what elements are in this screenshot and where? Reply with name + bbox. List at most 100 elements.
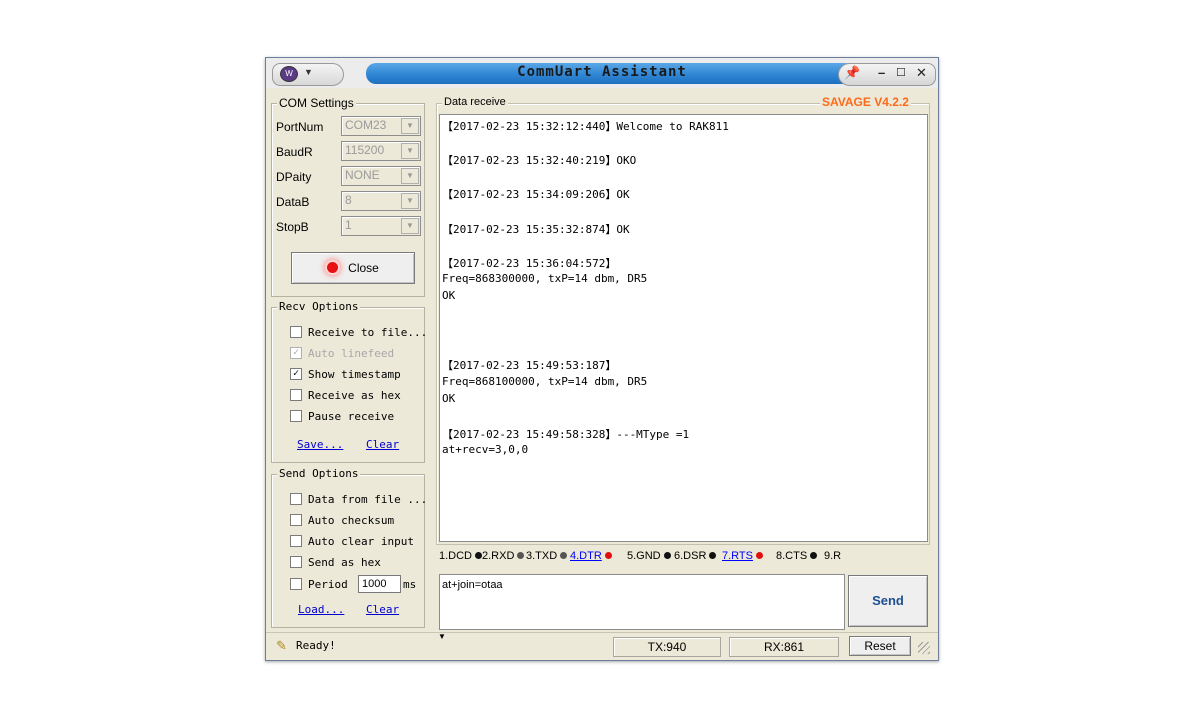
send-input-value: at+join=otaa bbox=[442, 579, 503, 591]
reset-button[interactable]: Reset bbox=[849, 636, 911, 656]
signal-label: 7.RTS bbox=[722, 550, 753, 562]
signal-2-rxd: 2.RXD bbox=[482, 550, 525, 562]
checkbox-box[interactable] bbox=[290, 410, 302, 422]
signal-7-rts[interactable]: 7.RTS bbox=[722, 550, 763, 562]
receive-to-file-label: Receive to file... bbox=[308, 326, 428, 339]
period-unit: ms bbox=[403, 578, 417, 591]
load-link[interactable]: Load... bbox=[298, 603, 344, 616]
send-as-hex-checkbox[interactable]: Send as hex bbox=[290, 556, 381, 569]
stopb-select[interactable]: 1 ▼ bbox=[341, 216, 421, 236]
signal-led-icon bbox=[560, 551, 568, 559]
pause-receive-label: Pause receive bbox=[308, 410, 395, 423]
checkbox-box[interactable] bbox=[290, 389, 302, 401]
receive-line: Freq=868300000, txP=14 dbm, DR5 bbox=[442, 271, 648, 285]
receive-line: 【2017-02-23 15:49:53:187】 bbox=[442, 359, 617, 373]
chevron-down-icon[interactable]: ▼ bbox=[401, 168, 419, 184]
chevron-down-icon[interactable]: ▼ bbox=[401, 218, 419, 234]
portnum-label: PortNum bbox=[276, 120, 324, 134]
chevron-down-icon[interactable]: ▼ bbox=[401, 143, 419, 159]
send-button[interactable]: Send bbox=[848, 575, 928, 627]
version-label: SAVAGE V4.2.2 bbox=[820, 95, 911, 109]
com-settings-group: COM Settings PortNum COM23 ▼ BaudR 115200… bbox=[271, 96, 425, 297]
signal-4-dtr[interactable]: 4.DTR bbox=[570, 550, 612, 562]
signal-5-gnd: 5.GND bbox=[627, 550, 671, 562]
receive-as-hex-checkbox[interactable]: Receive as hex bbox=[290, 389, 401, 402]
save-link[interactable]: Save... bbox=[297, 438, 343, 451]
stopb-value: 1 bbox=[345, 218, 352, 232]
baudr-select[interactable]: 115200 ▼ bbox=[341, 141, 421, 161]
signal-label: 4.DTR bbox=[570, 550, 602, 562]
checkmark-icon[interactable]: ✓ bbox=[290, 368, 302, 380]
close-window-button[interactable]: ✕ bbox=[916, 64, 927, 82]
pin-icon[interactable]: 📌 bbox=[844, 64, 860, 82]
receive-line: at+recv=3,0,0 bbox=[442, 442, 529, 456]
receive-to-file-checkbox[interactable]: Receive to file... bbox=[290, 326, 427, 339]
signal-status-bar: 1.DCD 2.RXD 3.TXD 4.DTR 5.GND 6.DSR 7.RTS 8.CTS… bbox=[439, 548, 929, 566]
title-bar: W ▼ CommUart Assistant 📌 – ☐ ✕ bbox=[266, 58, 938, 88]
signal-led-icon bbox=[755, 551, 763, 559]
data-receive-legend: Data receive bbox=[442, 96, 508, 108]
receive-line: 【2017-02-23 15:36:04:572】 bbox=[442, 256, 617, 270]
signal-label: 6.DSR bbox=[674, 550, 707, 562]
checkmark-icon: ✓ bbox=[290, 347, 302, 359]
signal-label: 2.RXD bbox=[482, 550, 515, 562]
recv-clear-link[interactable]: Clear bbox=[366, 438, 399, 451]
signal-led-icon bbox=[663, 551, 671, 559]
data-from-file-checkbox[interactable]: Data from file ... bbox=[290, 493, 427, 506]
signal-label: 1.DCD bbox=[439, 550, 473, 562]
com-settings-legend: COM Settings bbox=[277, 96, 356, 110]
receive-line: 【2017-02-23 15:35:32:874】OK bbox=[442, 222, 630, 236]
receive-line: OK bbox=[442, 289, 456, 302]
checkbox-box[interactable] bbox=[290, 535, 302, 547]
pause-receive-checkbox[interactable]: Pause receive bbox=[290, 410, 394, 423]
auto-checksum-label: Auto checksum bbox=[308, 514, 395, 527]
status-ready: Ready! bbox=[296, 639, 336, 652]
send-options-group: Send Options Data from file ... Auto che… bbox=[271, 467, 427, 628]
commuart-window: W ▼ CommUart Assistant 📌 – ☐ ✕ COM Setti… bbox=[265, 57, 939, 661]
auto-clear-input-label: Auto clear input bbox=[308, 535, 414, 548]
chevron-down-icon[interactable]: ▼ bbox=[401, 118, 419, 134]
signal-led-icon bbox=[475, 551, 483, 559]
chevron-down-icon[interactable]: ▼ bbox=[401, 193, 419, 209]
receive-line: Freq=868100000, txP=14 dbm, DR5 bbox=[442, 374, 648, 388]
receive-line: 【2017-02-23 15:32:12:440】Welcome to RAK8… bbox=[442, 120, 729, 133]
datab-select[interactable]: 8 ▼ bbox=[341, 191, 421, 211]
receive-line: OK bbox=[442, 391, 456, 405]
send-clear-link[interactable]: Clear bbox=[366, 603, 399, 616]
signal-led-icon bbox=[709, 551, 717, 559]
receive-line: 【2017-02-23 15:34:09:206】OK bbox=[442, 188, 630, 202]
send-options-legend: Send Options bbox=[277, 467, 361, 480]
signal-8-cts: 8.CTS bbox=[776, 550, 818, 562]
stopb-label: StopB bbox=[276, 220, 309, 234]
status-bar: ✎ Ready! ▼ TX:940 RX:861 Reset bbox=[266, 632, 938, 660]
period-input[interactable]: 1000 bbox=[358, 575, 401, 593]
signal-6-dsr: 6.DSR bbox=[674, 550, 717, 562]
signal-led-icon bbox=[517, 551, 525, 559]
portnum-select[interactable]: COM23 ▼ bbox=[341, 116, 421, 136]
baudr-label: BaudR bbox=[276, 145, 313, 159]
minimize-button[interactable]: – bbox=[878, 64, 885, 82]
period-label: Period bbox=[308, 578, 348, 591]
signal-3-txd: 3.TXD bbox=[526, 550, 568, 562]
receive-textarea[interactable]: 【2017-02-23 15:32:12:440】Welcome to RAK8… bbox=[439, 114, 928, 542]
scroll-marker: ▼ bbox=[438, 632, 446, 641]
dpaity-select[interactable]: NONE ▼ bbox=[341, 166, 421, 186]
checkbox-box[interactable] bbox=[290, 556, 302, 568]
checkbox-box[interactable] bbox=[290, 326, 302, 338]
resize-grip-icon[interactable] bbox=[918, 642, 930, 654]
receive-line: 【2017-02-23 15:49:58:328】---MType =1 bbox=[442, 427, 690, 441]
send-input[interactable]: at+join=otaa bbox=[439, 574, 845, 630]
show-timestamp-checkbox[interactable]: ✓ Show timestamp bbox=[290, 368, 401, 381]
open-close-port-button[interactable]: Close bbox=[291, 252, 415, 284]
maximize-button[interactable]: ☐ bbox=[896, 64, 906, 82]
auto-checksum-checkbox[interactable]: Auto checksum bbox=[290, 514, 394, 527]
checkbox-box[interactable] bbox=[290, 514, 302, 526]
checkbox-box[interactable] bbox=[290, 493, 302, 505]
auto-linefeed-label: Auto linefeed bbox=[308, 347, 395, 360]
auto-clear-input-checkbox[interactable]: Auto clear input bbox=[290, 535, 414, 548]
portnum-value: COM23 bbox=[345, 118, 387, 132]
period-checkbox[interactable]: Period bbox=[290, 578, 348, 591]
signal-1-dcd: 1.DCD bbox=[439, 550, 483, 562]
recv-options-group: Recv Options Receive to file... ✓ Auto li… bbox=[271, 300, 427, 463]
checkbox-box[interactable] bbox=[290, 578, 302, 590]
